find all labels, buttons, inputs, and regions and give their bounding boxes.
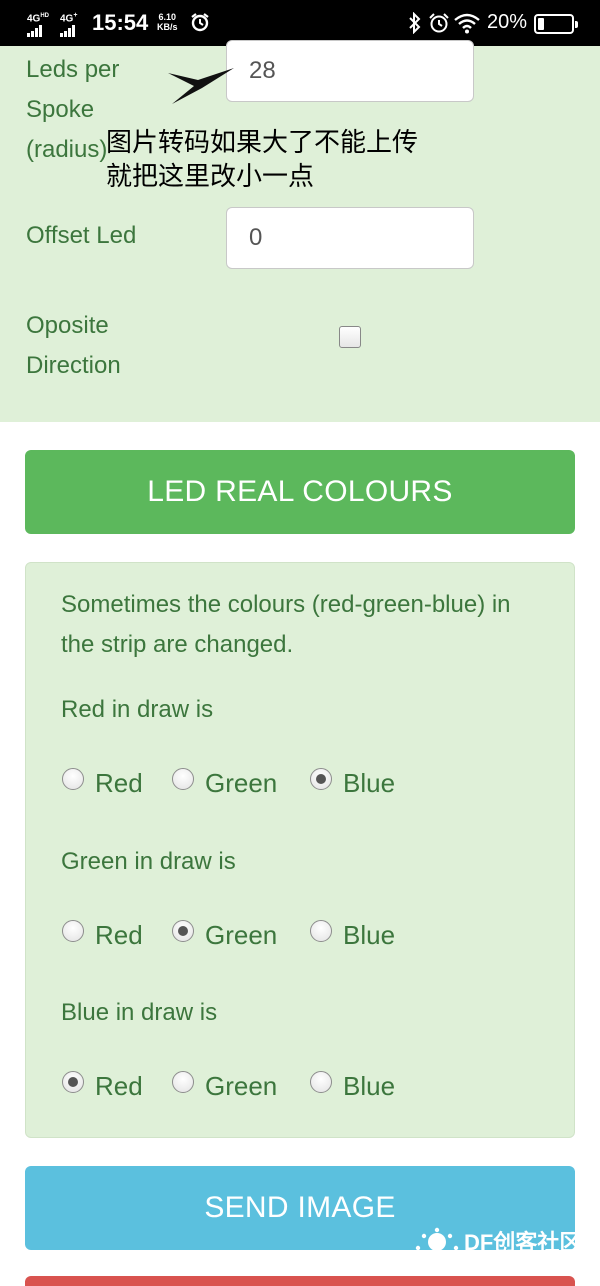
network-indicator-2: 4G+ <box>60 11 78 38</box>
radio-label: Red <box>95 919 143 950</box>
wifi-icon <box>454 13 480 34</box>
opposite-direction-label: Oposite Direction <box>26 312 121 379</box>
radio-label: Blue <box>343 767 396 798</box>
network-indicator-1: 4GHD <box>27 11 50 38</box>
radio-option-red[interactable]: Red <box>62 915 143 955</box>
signal-bars-icon <box>27 25 49 38</box>
settings-panel: Leds per Spoke (radius) Offset Led Oposi… <box>0 40 600 422</box>
blue-group-label: Blue in draw is <box>61 999 218 1026</box>
annotation-arrow-icon <box>168 68 234 104</box>
battery-percent: 20% <box>487 11 528 33</box>
radio-label: Green <box>205 767 278 798</box>
battery-icon <box>534 14 578 34</box>
led-real-colours-button[interactable]: LED REAL COLOURS <box>25 450 575 534</box>
network-type-1: 4G <box>27 13 41 25</box>
colours-panel: Sometimes the colours (red-green-blue) i… <box>25 562 575 1138</box>
radio-option-green[interactable]: Green <box>172 763 277 803</box>
network-speed: 6.10 KB/s <box>157 12 178 32</box>
radio-option-blue[interactable]: Blue <box>310 1066 395 1106</box>
radio-button[interactable] <box>310 920 332 942</box>
watermark: DF创客社区 <box>414 1225 581 1257</box>
radio-option-red[interactable]: Red <box>62 763 143 803</box>
clock: 15:54 <box>92 10 149 35</box>
radio-label: Red <box>95 1070 143 1101</box>
radio-option-blue[interactable]: Blue <box>310 763 395 803</box>
radio-option-blue[interactable]: Blue <box>310 915 395 955</box>
radio-label: Green <box>205 919 278 950</box>
speed-value: 6.10 <box>158 12 177 22</box>
watermark-logo-icon <box>415 1227 459 1251</box>
radio-button[interactable] <box>172 920 194 942</box>
network-sup-1: HD <box>40 13 50 19</box>
red-group-label: Red in draw is <box>61 696 214 723</box>
radio-button[interactable] <box>62 768 84 790</box>
network-type-2: 4G <box>60 13 74 25</box>
battery-fill <box>538 18 544 30</box>
radio-label: Blue <box>343 919 396 950</box>
radio-label: Red <box>95 767 143 798</box>
radio-label: Blue <box>343 1070 396 1101</box>
colours-intro: Sometimes the colours (red-green-blue) i… <box>61 591 511 658</box>
radio-button[interactable] <box>62 1071 84 1093</box>
offset-led-input[interactable] <box>226 207 474 269</box>
radio-button[interactable] <box>310 1071 332 1093</box>
annotation-line-1: 图片转码如果大了不能上传 <box>106 128 419 158</box>
radio-option-red[interactable]: Red <box>62 1066 143 1106</box>
radio-option-green[interactable]: Green <box>172 1066 277 1106</box>
speed-unit: KB/s <box>157 22 178 32</box>
red-group-options: Red Green Blue <box>62 763 542 803</box>
opposite-direction-checkbox[interactable] <box>339 326 361 348</box>
alarm-icon <box>429 13 449 33</box>
radio-button[interactable] <box>310 768 332 790</box>
alarm-icon <box>191 13 209 32</box>
bluetooth-icon <box>409 12 421 34</box>
network-sup-2: + <box>73 12 78 19</box>
radio-option-green[interactable]: Green <box>172 915 277 955</box>
green-group-options: Red Green Blue <box>62 915 542 955</box>
watermark-text: DF创客社区 <box>464 1230 582 1255</box>
leds-per-spoke-input[interactable] <box>226 40 474 102</box>
radio-button[interactable] <box>62 920 84 942</box>
annotation-line-2: 就把这里改小一点 <box>106 162 315 192</box>
blue-group-options: Red Green Blue <box>62 1066 542 1106</box>
radio-label: Green <box>205 1070 278 1101</box>
signal-bars-icon <box>60 25 77 38</box>
annotation-note: 图片转码如果大了不能上传 就把这里改小一点 <box>106 126 418 194</box>
radio-button[interactable] <box>172 1071 194 1093</box>
offset-led-label: Offset Led <box>26 222 137 249</box>
green-group-label: Green in draw is <box>61 848 236 875</box>
radio-button[interactable] <box>172 768 194 790</box>
danger-button[interactable] <box>25 1276 575 1286</box>
